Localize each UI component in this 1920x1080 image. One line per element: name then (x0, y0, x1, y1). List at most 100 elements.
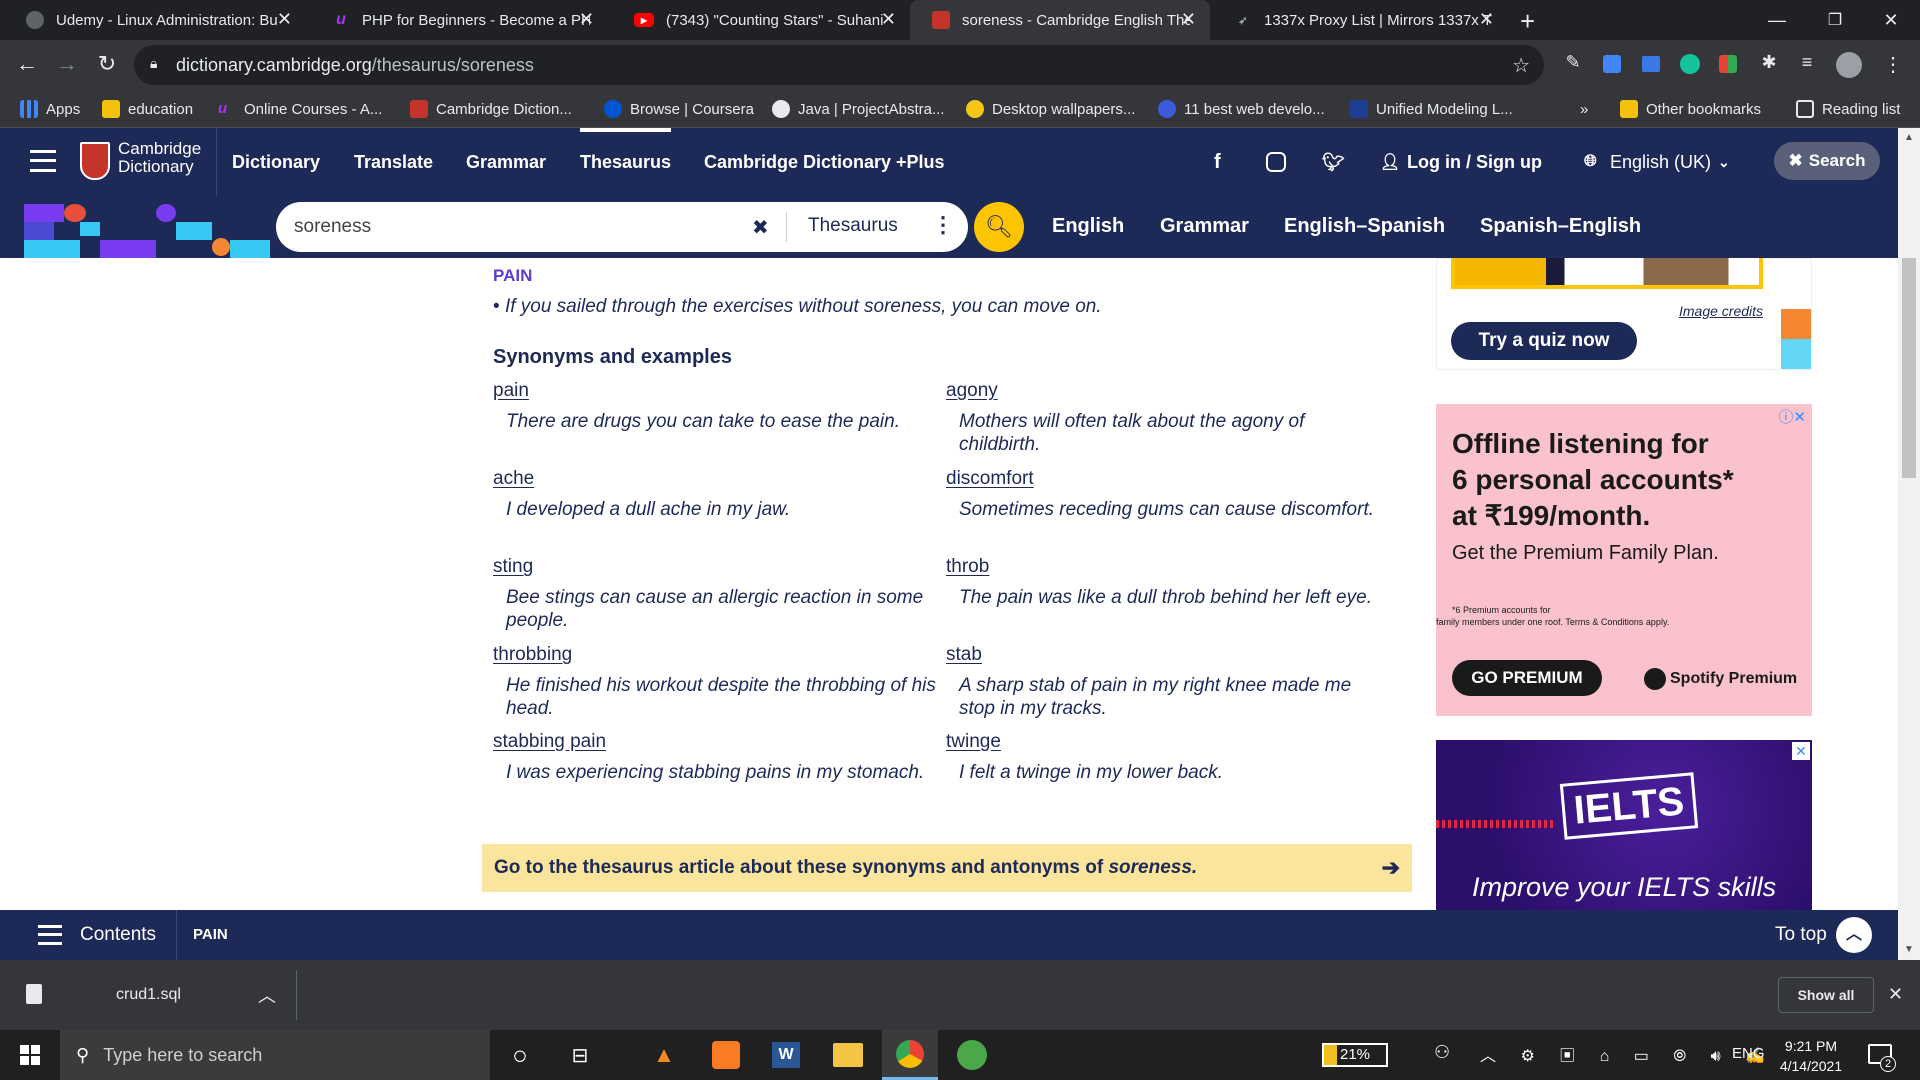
subnav-grammar[interactable]: Grammar (1160, 215, 1249, 238)
subnav-english-spanish[interactable]: English–Spanish (1284, 215, 1445, 238)
synonym-link[interactable]: agony (946, 380, 998, 402)
ad-close-icon[interactable]: ✕ (1792, 742, 1810, 760)
people-icon[interactable]: ⚇ (1434, 1042, 1450, 1063)
cortana-icon[interactable]: ○ (492, 1030, 548, 1080)
word-icon[interactable]: W (772, 1042, 800, 1068)
bookmark-coursera[interactable]: Browse | Coursera (604, 90, 754, 128)
subnav-english[interactable]: English (1052, 215, 1124, 238)
close-tab-icon[interactable]: ✕ (579, 9, 594, 30)
close-tab-icon[interactable]: ✕ (1181, 9, 1196, 30)
tab-udemy[interactable]: Udemy - Linux Administration: Bu ✕ (4, 0, 306, 40)
task-view-icon[interactable]: ⊟ (552, 1030, 608, 1080)
page-scrollbar-top[interactable]: ▲ (1898, 128, 1920, 258)
close-tab-icon[interactable]: ✕ (881, 9, 896, 30)
chevron-up-icon[interactable]: ︿ (258, 982, 276, 1008)
image-credits-link[interactable]: Image credits (1679, 303, 1763, 319)
reading-list[interactable]: Reading list (1796, 90, 1900, 128)
clear-search-icon[interactable]: ✖ (752, 215, 769, 240)
close-window-button[interactable]: ✕ (1862, 0, 1920, 40)
notifications-icon[interactable]: 2 (1868, 1044, 1896, 1072)
tab-youtube[interactable]: ▶ (7343) "Counting Stars" - Suhani ✕ (612, 0, 910, 40)
chevron-down-icon[interactable]: ⌄ (1718, 128, 1730, 196)
thesaurus-article-link[interactable]: Go to the thesaurus article about these … (482, 844, 1412, 892)
search-toggle-button[interactable]: ✖ Search (1774, 142, 1880, 180)
go-premium-button[interactable]: GO PREMIUM (1452, 660, 1602, 696)
try-quiz-button[interactable]: Try a quiz now (1451, 322, 1637, 360)
forward-button[interactable]: → (52, 51, 82, 77)
reload-button[interactable]: ↻ (92, 51, 122, 77)
synonym-link[interactable]: throbbing (493, 644, 572, 666)
restore-button[interactable]: ❐ (1806, 0, 1864, 40)
media-queue-icon[interactable]: ≡ (1794, 52, 1820, 78)
hamburger-menu-icon[interactable] (30, 150, 56, 172)
close-tab-icon[interactable]: ✕ (277, 9, 292, 30)
login-link[interactable]: Log in / Sign up (1407, 128, 1542, 196)
taskbar-search-box[interactable]: ⚲ Type here to search (60, 1030, 490, 1080)
synonym-link[interactable]: pain (493, 380, 529, 402)
synonym-link[interactable]: throb (946, 556, 989, 578)
windows-start-icon[interactable] (2, 1030, 58, 1080)
file-explorer-icon[interactable] (833, 1043, 863, 1067)
extension-icon[interactable] (1603, 55, 1621, 73)
browser-menu-icon[interactable]: ⋮ (1880, 52, 1906, 78)
spotify-ad[interactable]: ⓘ✕ Offline listening for 6 personal acco… (1436, 404, 1812, 716)
more-bookmarks-button[interactable]: » (1580, 90, 1588, 128)
nav-translate[interactable]: Translate (354, 128, 433, 196)
facebook-icon[interactable]: f (1214, 128, 1221, 196)
synonym-link[interactable]: ache (493, 468, 534, 490)
search-submit-button[interactable]: 🔍︎ (974, 202, 1024, 252)
close-tab-icon[interactable]: ✕ (1479, 9, 1494, 30)
language-selector[interactable]: English (UK) (1610, 128, 1711, 196)
ad-info-close-icon[interactable]: ⓘ✕ (1778, 406, 1806, 427)
scrollbar-thumb[interactable] (1902, 258, 1916, 478)
synonym-link[interactable]: discomfort (946, 468, 1034, 490)
synonym-link[interactable]: stabbing pain (493, 731, 606, 753)
profile-avatar[interactable] (1836, 52, 1862, 78)
bookmark-star-icon[interactable]: ☆ (1512, 53, 1530, 78)
bookmark-java[interactable]: Java | ProjectAbstra... (772, 90, 944, 128)
more-options-icon[interactable]: ⋮ (932, 212, 954, 238)
address-bar[interactable]: 🔒︎ dictionary.cambridge.org/thesaurus/so… (134, 45, 1544, 85)
input-language[interactable]: ENG (1732, 1045, 1765, 1062)
page-scrollbar[interactable] (1898, 258, 1920, 910)
tab-cambridge[interactable]: soreness - Cambridge English The ✕ (910, 0, 1210, 40)
bookmark-education[interactable]: education (102, 90, 193, 128)
tab-php[interactable]: u PHP for Beginners - Become a PH ✕ (310, 0, 608, 40)
show-all-downloads-button[interactable]: Show all (1778, 977, 1874, 1013)
synonym-link[interactable]: stab (946, 644, 982, 666)
puzzle-extensions-icon[interactable]: ✱ (1756, 52, 1782, 78)
chrome-icon[interactable] (882, 1030, 938, 1080)
synonym-link[interactable]: twinge (946, 731, 1001, 753)
bookmark-online-courses[interactable]: u Online Courses - A... (218, 90, 382, 128)
bookmark-cambridge[interactable]: Cambridge Diction... (410, 90, 572, 128)
chevron-up-icon[interactable]: ︿ (1836, 917, 1872, 953)
nav-plus[interactable]: Cambridge Dictionary +Plus (704, 128, 945, 196)
bookmark-uml[interactable]: Unified Modeling L... (1350, 90, 1513, 128)
other-bookmarks[interactable]: Other bookmarks (1620, 90, 1761, 128)
xampp-icon[interactable] (712, 1041, 740, 1069)
scroll-down-icon[interactable]: ▼ (1898, 910, 1920, 960)
bookmark-web-dev[interactable]: 11 best web develo... (1158, 90, 1325, 128)
synonym-link[interactable]: sting (493, 556, 533, 578)
calendar-extension-icon[interactable] (1642, 56, 1660, 72)
twitter-icon[interactable]: 🐦︎ (1322, 128, 1345, 196)
bookmark-apps[interactable]: Apps (20, 90, 80, 128)
to-top-link[interactable]: To top (1775, 924, 1827, 946)
contents-menu-icon[interactable] (38, 925, 62, 945)
battery-indicator[interactable]: 21% (1322, 1043, 1388, 1067)
close-downloads-icon[interactable]: ✕ (1888, 984, 1903, 1005)
subnav-spanish-english[interactable]: Spanish–English (1480, 215, 1641, 238)
clock[interactable]: 9:21 PM 4/14/2021 (1776, 1036, 1846, 1076)
bookmark-wallpapers[interactable]: Desktop wallpapers... (966, 90, 1135, 128)
contents-button[interactable]: Contents (80, 924, 156, 946)
apps-extension-icon[interactable] (1719, 55, 1737, 73)
minimize-button[interactable]: — (1748, 0, 1806, 40)
new-tab-button[interactable]: + (1520, 6, 1535, 37)
tab-1337x[interactable]: ➶ 1337x Proxy List | Mirrors 1337x T ✕ (1212, 0, 1508, 40)
search-scope-select[interactable]: Thesaurus (808, 215, 898, 237)
instagram-icon[interactable] (1266, 152, 1286, 172)
search-input[interactable] (294, 210, 734, 244)
utorrent-icon[interactable] (957, 1040, 987, 1070)
ielts-ad[interactable]: ✕ IELTS Improve your IELTS skills (1436, 740, 1812, 910)
nav-dictionary[interactable]: Dictionary (232, 128, 320, 196)
